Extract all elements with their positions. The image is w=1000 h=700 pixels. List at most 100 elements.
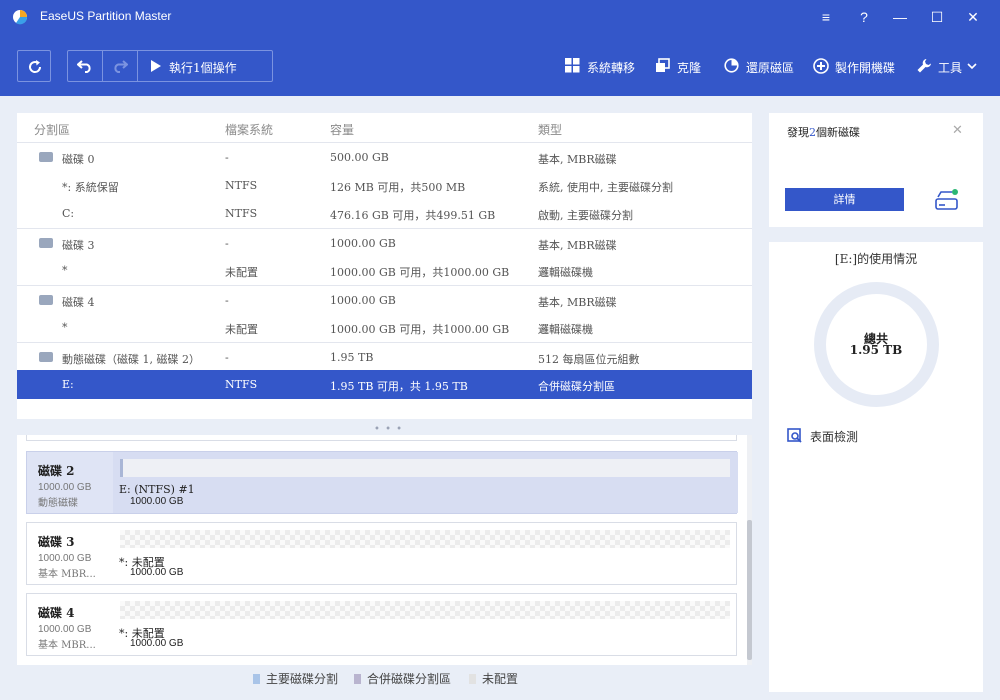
refresh-button[interactable] [17,50,51,82]
partition-label: E: (NTFS) #1 [119,483,195,496]
undo-icon [77,60,91,73]
unallocated-bar [120,530,730,548]
cell-capacity: 500.00 GB [330,151,389,164]
partition-size: 1000.00 GB [130,567,184,578]
plus-circle-icon [813,58,829,74]
table-row-selected[interactable]: E: NTFS 1.95 TB 可用，共 1.95 TB 合併磁碟分割區 [17,370,752,399]
title-bar: EaseUS Partition Master ≡ ? — ☐ ✕ [0,0,1000,34]
partition-size: 1000.00 GB [130,638,184,649]
cell-partition: 磁碟 4 [62,296,95,309]
cell-type: 基本, MBR磁碟 [538,296,617,309]
table-row[interactable]: *: 系統保留 NTFS 126 MB 可用，共500 MB 系統, 使用中, … [17,171,752,199]
column-header-partition[interactable]: 分割區 [34,121,70,138]
close-button[interactable]: ✕ [962,6,984,28]
cell-capacity: 1.95 TB [330,351,374,364]
disk-type: 基本 MBR... [38,569,96,580]
scrollbar-thumb[interactable] [747,520,752,660]
surface-test-label: 表面檢測 [810,430,859,444]
cell-capacity: 126 MB 可用，共500 MB [330,181,466,194]
maximize-button[interactable]: ☐ [926,6,948,28]
cell-filesystem: - [225,151,229,164]
table-row[interactable]: C: NTFS 476.16 GB 可用，共499.51 GB 啟動, 主要磁碟… [17,199,752,227]
usage-panel: [E:]的使用情況 總共 1.95 TB 表面檢測 [769,242,983,692]
minimize-button[interactable]: — [889,6,911,28]
play-icon [151,60,161,72]
column-header-capacity[interactable]: 容量 [330,121,354,138]
cell-filesystem: - [225,294,229,307]
cell-filesystem: 未配置 [225,266,258,279]
surface-test-icon [787,428,802,443]
pie-icon [724,58,739,73]
disk-card-disk-3[interactable]: 磁碟 3 1000.00 GB 基本 MBR... *: 未配置 1000.00… [26,522,737,585]
cell-partition: * [62,264,68,277]
app-logo-icon [13,10,28,25]
menu-icon[interactable]: ≡ [815,6,837,28]
partition-table: 分割區 檔案系統 容量 類型 磁碟 0 - 500.00 GB 基本, MBR磁… [17,113,752,419]
legend-label: 合併磁碟分割區 [367,672,452,686]
column-header-type[interactable]: 類型 [538,121,562,138]
cell-type: 基本, MBR磁碟 [538,153,617,166]
cell-filesystem: NTFS [225,179,258,192]
cell-capacity: 1000.00 GB [330,294,396,307]
system-migration-label: 系統轉移 [587,61,636,75]
cell-capacity: 1.95 TB 可用，共 1.95 TB [330,380,468,393]
partition-block[interactable]: E: (NTFS) #1 1000.00 GB [113,452,738,513]
table-row[interactable]: * 未配置 1000.00 GB 可用，共1000.00 GB 邏輯磁碟機 [17,313,752,341]
legend-swatch [469,674,476,684]
table-row-disk-4[interactable]: 磁碟 4 - 1000.00 GB 基本, MBR磁碟 [17,285,752,313]
usage-title: [E:]的使用情況 [834,252,918,266]
cell-type: 啟動, 主要磁碟分割 [538,209,633,222]
details-button[interactable]: 詳情 [785,188,904,211]
disk-size: 1000.00 GB [38,553,92,564]
disk-icon [39,238,53,248]
table-row-dynamic-disk[interactable]: 動態磁碟（磁碟 1, 磁碟 2） - 1.95 TB 512 每扇區位元組數 [17,342,752,370]
panel-splitter-handle[interactable]: • • • [374,424,403,435]
toolbar: 執行1個操作 系統轉移 克隆 還原磁區 製作開機碟 工具 [0,34,1000,96]
execute-operations-button[interactable]: 執行1個操作 [138,51,272,81]
disk-card-disk-2[interactable]: 磁碟 2 1000.00 GB 動態磁碟 E: (NTFS) #1 1000.0… [26,451,738,514]
cell-filesystem: 未配置 [225,323,258,336]
disk-size: 1000.00 GB [38,624,92,635]
create-bootable-label: 製作開機碟 [835,61,896,75]
new-disk-message: 發現2個新磁碟 [787,124,860,140]
legend-unallocated: 未配置 [469,670,518,687]
table-row-disk-0[interactable]: 磁碟 0 - 500.00 GB 基本, MBR磁碟 [17,142,752,170]
clone-label: 克隆 [677,61,702,75]
cell-partition: 磁碟 0 [62,153,95,166]
total-value: 1.95 TB [849,343,903,357]
partition-block[interactable]: *: 未配置 1000.00 GB [113,594,738,655]
cell-capacity: 1000.00 GB [330,237,396,250]
cell-filesystem: - [225,351,229,364]
notice-close-icon[interactable]: ✕ [952,122,963,138]
legend-label: 未配置 [482,672,519,686]
cell-partition: E: [62,378,74,391]
disk-icon [39,152,53,162]
cell-filesystem: NTFS [225,207,258,220]
redo-button[interactable] [103,51,137,81]
cell-type: 合併磁碟分割區 [538,380,615,393]
disk-map-panel: 磁碟 2 1000.00 GB 動態磁碟 E: (NTFS) #1 1000.0… [17,435,752,665]
disk-icon [39,295,53,305]
table-row[interactable]: * 未配置 1000.00 GB 可用，共1000.00 GB 邏輯磁碟機 [17,256,752,284]
help-icon[interactable]: ? [853,6,875,28]
operation-group: 執行1個操作 [67,50,273,82]
table-row-disk-3[interactable]: 磁碟 3 - 1000.00 GB 基本, MBR磁碟 [17,228,752,256]
cell-partition: C: [62,207,75,220]
wrench-icon [917,59,931,73]
cell-type: 邏輯磁碟機 [538,323,593,336]
tools-menu-button[interactable]: 工具 [916,58,980,76]
cell-partition: * [62,321,68,334]
new-disk-notice: 發現2個新磁碟 ✕ 詳情 [769,113,983,227]
disk-card-disk-4[interactable]: 磁碟 4 1000.00 GB 基本 MBR... *: 未配置 1000.00… [26,593,737,656]
cell-type: 基本, MBR磁碟 [538,239,617,252]
tools-label: 工具 [938,61,963,75]
partition-block[interactable]: *: 未配置 1000.00 GB [113,523,738,584]
column-header-filesystem[interactable]: 檔案系統 [225,121,273,138]
found-prefix: 發現 [787,126,809,139]
cell-partition: 動態磁碟（磁碟 1, 磁碟 2） [62,353,200,366]
partition-size: 1000.00 GB [130,496,184,507]
redo-icon [114,60,128,73]
undo-button[interactable] [68,51,102,81]
cell-capacity: 476.16 GB 可用，共499.51 GB [330,209,496,222]
clone-icon [656,58,670,72]
